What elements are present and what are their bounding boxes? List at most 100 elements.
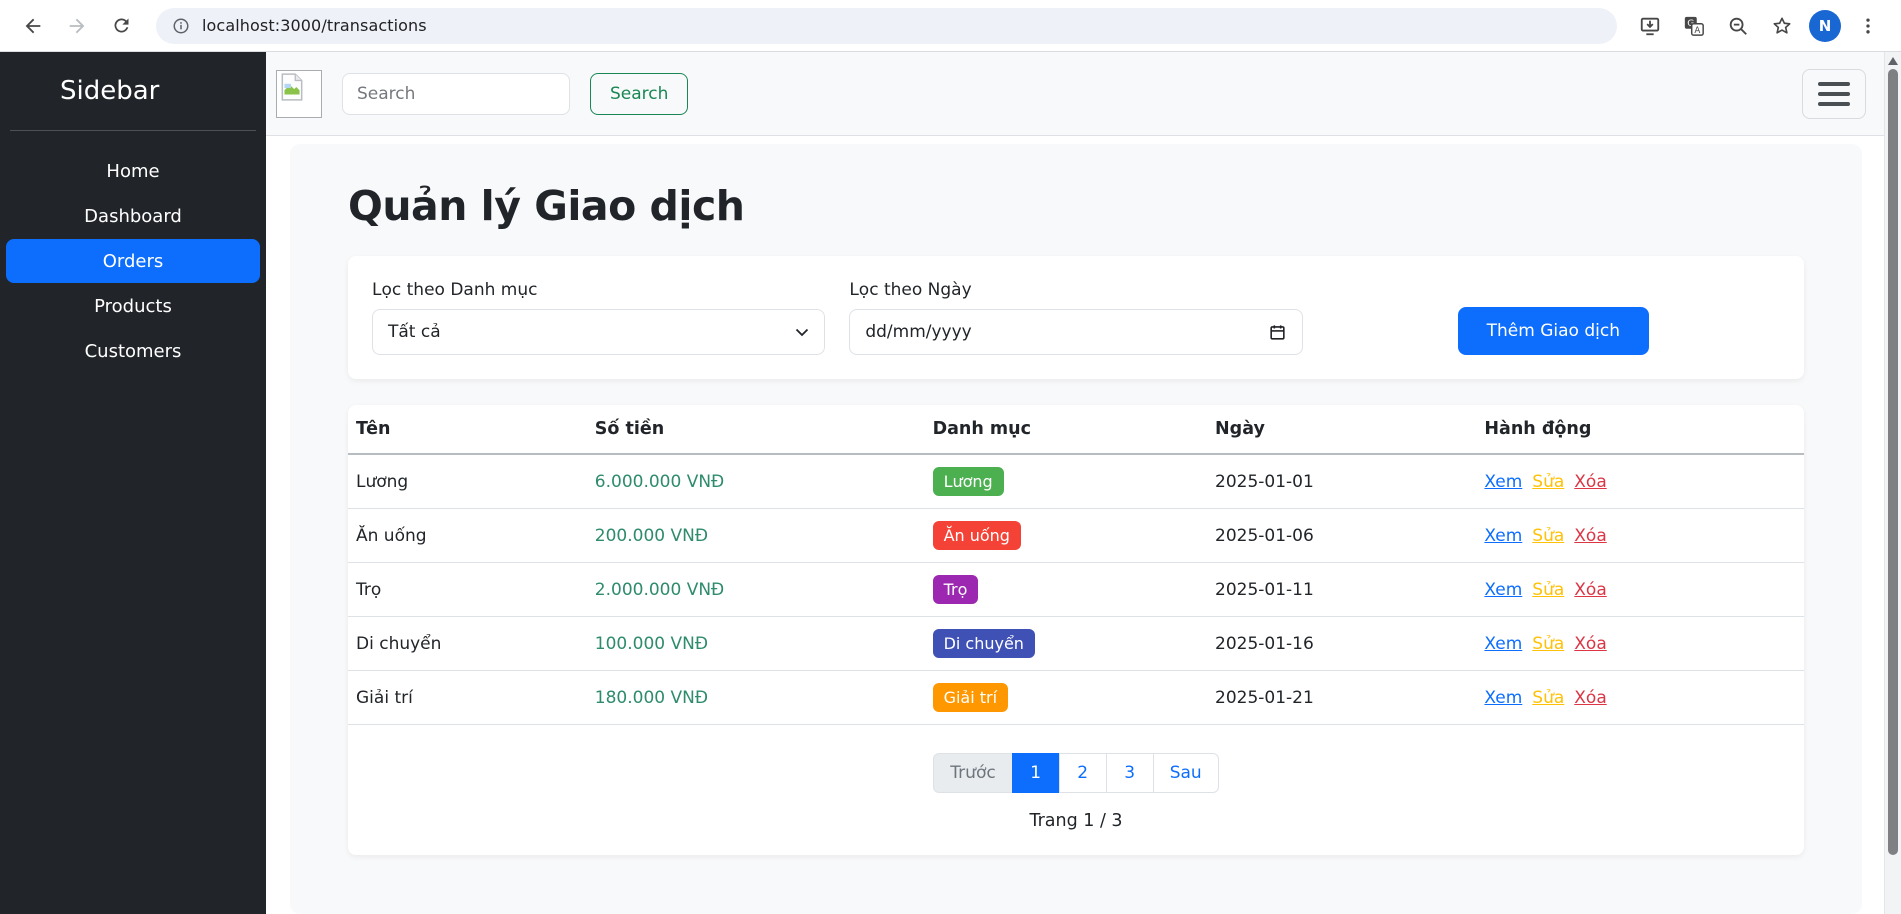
cell-category: Trọ <box>925 563 1207 617</box>
view-link[interactable]: Xem <box>1484 634 1522 654</box>
category-badge: Trọ <box>933 575 979 604</box>
search-input[interactable] <box>342 73 570 115</box>
category-badge: Giải trí <box>933 683 1008 712</box>
table-row: Di chuyển100.000 VNĐDi chuyển2025-01-16X… <box>348 617 1804 671</box>
view-link[interactable]: Xem <box>1484 526 1522 546</box>
view-link[interactable]: Xem <box>1484 472 1522 492</box>
pagination-page-1[interactable]: 1 <box>1012 753 1060 793</box>
category-badge: Ăn uống <box>933 521 1021 550</box>
cell-date: 2025-01-06 <box>1207 509 1476 563</box>
sidebar-nav: HomeDashboardOrdersProductsCustomers <box>0 149 266 373</box>
url-text: localhost:3000/transactions <box>202 16 427 35</box>
info-icon[interactable] <box>172 17 190 35</box>
page-title: Quản lý Giao dịch <box>348 182 1804 230</box>
profile-avatar[interactable]: N <box>1809 10 1841 42</box>
zoom-icon[interactable] <box>1721 9 1755 43</box>
category-select[interactable]: Tất cả <box>372 309 825 355</box>
install-icon[interactable] <box>1633 9 1667 43</box>
browser-scrollbar[interactable] <box>1884 52 1901 914</box>
category-select-value: Tất cả <box>388 322 441 342</box>
column-header: Tên <box>348 405 587 454</box>
category-filter-label: Lọc theo Danh mục <box>372 280 825 300</box>
date-input[interactable]: dd/mm/yyyy <box>849 309 1302 355</box>
table-row: Trọ2.000.000 VNĐTrọ2025-01-11XemSửaXóa <box>348 563 1804 617</box>
edit-link[interactable]: Sửa <box>1532 472 1564 492</box>
cell-actions: Xem Sửa Xóa <box>1476 671 1804 725</box>
cell-date: 2025-01-01 <box>1207 454 1476 509</box>
translate-icon[interactable]: G A <box>1677 9 1711 43</box>
cell-date: 2025-01-21 <box>1207 671 1476 725</box>
sidebar-item-customers[interactable]: Customers <box>6 329 260 373</box>
delete-link[interactable]: Xóa <box>1574 688 1606 708</box>
sidebar-item-home[interactable]: Home <box>6 149 260 193</box>
pagination-next[interactable]: Sau <box>1153 753 1219 793</box>
table-row: Ăn uống200.000 VNĐĂn uống2025-01-06XemSử… <box>348 509 1804 563</box>
cell-actions: Xem Sửa Xóa <box>1476 509 1804 563</box>
sidebar-divider <box>10 130 256 131</box>
cell-actions: Xem Sửa Xóa <box>1476 617 1804 671</box>
cell-amount: 6.000.000 VNĐ <box>587 454 925 509</box>
sidebar-item-orders[interactable]: Orders <box>6 239 260 283</box>
edit-link[interactable]: Sửa <box>1532 580 1564 600</box>
cell-category: Di chuyển <box>925 617 1207 671</box>
browser-menu-icon[interactable] <box>1851 9 1885 43</box>
column-header: Ngày <box>1207 405 1476 454</box>
delete-link[interactable]: Xóa <box>1574 634 1606 654</box>
date-filter-label: Lọc theo Ngày <box>849 280 1302 300</box>
browser-toolbar: localhost:3000/transactions G A <box>0 0 1901 52</box>
calendar-icon <box>1268 323 1287 342</box>
cell-actions: Xem Sửa Xóa <box>1476 563 1804 617</box>
delete-link[interactable]: Xóa <box>1574 472 1606 492</box>
sidebar-title: Sidebar <box>0 76 266 106</box>
cell-category: Giải trí <box>925 671 1207 725</box>
reload-icon[interactable] <box>102 7 140 45</box>
category-badge: Di chuyển <box>933 629 1035 658</box>
cell-amount: 180.000 VNĐ <box>587 671 925 725</box>
page-summary: Trang 1 / 3 <box>348 811 1804 831</box>
scrollbar-up-arrow-icon[interactable] <box>1888 57 1898 65</box>
date-input-value: dd/mm/yyyy <box>865 322 971 342</box>
filter-card: Lọc theo Danh mục Tất cả Lọc theo Ngày d… <box>348 256 1804 379</box>
sidebar-item-dashboard[interactable]: Dashboard <box>6 194 260 238</box>
pagination-prev[interactable]: Trước <box>933 753 1012 793</box>
edit-link[interactable]: Sửa <box>1532 634 1564 654</box>
cell-amount: 100.000 VNĐ <box>587 617 925 671</box>
table-header-row: TênSố tiềnDanh mụcNgàyHành động <box>348 405 1804 454</box>
cell-category: Lương <box>925 454 1207 509</box>
cell-category: Ăn uống <box>925 509 1207 563</box>
add-transaction-button[interactable]: Thêm Giao dịch <box>1458 307 1649 355</box>
back-icon[interactable] <box>14 7 52 45</box>
sidebar-item-products[interactable]: Products <box>6 284 260 328</box>
cell-actions: Xem Sửa Xóa <box>1476 454 1804 509</box>
search-button[interactable]: Search <box>590 73 688 115</box>
table-row: Lương6.000.000 VNĐLương2025-01-01XemSửaX… <box>348 454 1804 509</box>
view-link[interactable]: Xem <box>1484 688 1522 708</box>
cell-name: Ăn uống <box>348 509 587 563</box>
view-link[interactable]: Xem <box>1484 580 1522 600</box>
column-header: Số tiền <box>587 405 925 454</box>
column-header: Hành động <box>1476 405 1804 454</box>
delete-link[interactable]: Xóa <box>1574 580 1606 600</box>
table-row: Giải trí180.000 VNĐGiải trí2025-01-21Xem… <box>348 671 1804 725</box>
column-header: Danh mục <box>925 405 1207 454</box>
transactions-table-card: TênSố tiềnDanh mụcNgàyHành động Lương6.0… <box>348 405 1804 855</box>
pagination: Trước123Sau <box>348 753 1804 793</box>
pagination-page-2[interactable]: 2 <box>1059 753 1107 793</box>
address-bar[interactable]: localhost:3000/transactions <box>156 8 1617 44</box>
sidebar: Sidebar HomeDashboardOrdersProductsCusto… <box>0 52 266 914</box>
cell-date: 2025-01-16 <box>1207 617 1476 671</box>
scrollbar-thumb[interactable] <box>1888 69 1898 855</box>
broken-image-icon <box>276 70 322 118</box>
hamburger-menu-icon[interactable] <box>1802 69 1866 119</box>
content-panel: Quản lý Giao dịch Lọc theo Danh mục Tất … <box>290 144 1862 914</box>
cell-amount: 2.000.000 VNĐ <box>587 563 925 617</box>
bookmark-star-icon[interactable] <box>1765 9 1799 43</box>
cell-name: Lương <box>348 454 587 509</box>
delete-link[interactable]: Xóa <box>1574 526 1606 546</box>
edit-link[interactable]: Sửa <box>1532 526 1564 546</box>
category-badge: Lương <box>933 467 1004 496</box>
forward-icon[interactable] <box>58 7 96 45</box>
edit-link[interactable]: Sửa <box>1532 688 1564 708</box>
pagination-page-3[interactable]: 3 <box>1106 753 1154 793</box>
cell-date: 2025-01-11 <box>1207 563 1476 617</box>
